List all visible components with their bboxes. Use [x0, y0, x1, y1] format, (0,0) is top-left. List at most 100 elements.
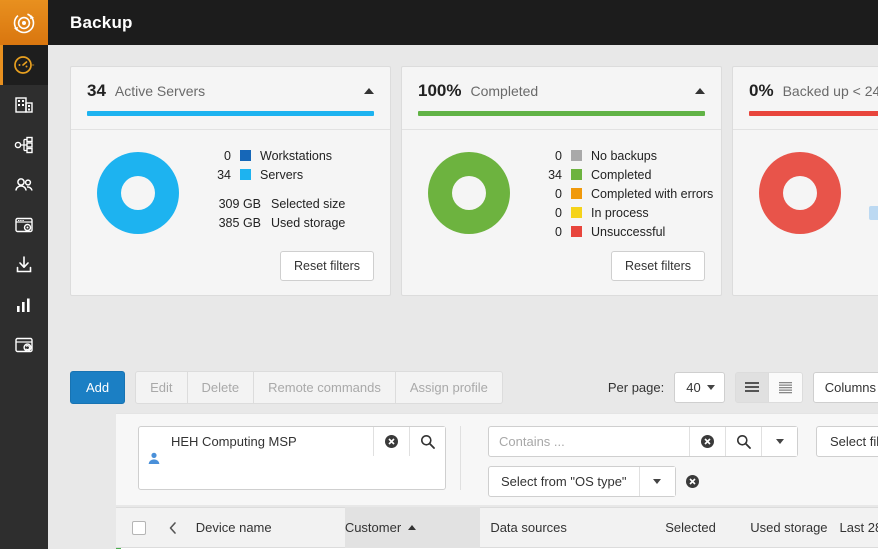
legend-item[interactable]: 0 In process — [538, 203, 713, 222]
legend-item[interactable]: 0 — [869, 146, 878, 165]
legend-swatch — [571, 150, 582, 161]
legend-label: Completed with errors — [591, 186, 714, 201]
clear-customer-button[interactable] — [373, 427, 409, 456]
building-icon — [15, 97, 33, 113]
legend: 0 Workstations 34 Servers 309 GB Selecte… — [207, 146, 374, 241]
customer-search-input[interactable] — [161, 427, 373, 456]
column-header-customer[interactable]: Customer — [344, 507, 481, 548]
card-value: 0% — [749, 81, 774, 100]
customer-filter — [138, 426, 475, 490]
legend-item[interactable]: 34 Servers — [207, 165, 374, 184]
clear-contains-button[interactable] — [689, 427, 725, 456]
card-label: Active Servers — [114, 83, 206, 99]
remote-commands-button[interactable]: Remote commands — [254, 371, 396, 404]
app-logo[interactable] — [0, 0, 48, 45]
column-header-selected[interactable]: Selected — [621, 520, 728, 535]
card-header: 100% Completed — [402, 67, 721, 129]
legend-count: 34 — [217, 167, 231, 182]
donut-chart — [428, 152, 510, 234]
legend-item[interactable]: 0 — [869, 184, 878, 203]
card-active-servers: 34 Active Servers 0 Workstations 34 Serv… — [70, 66, 391, 296]
reset-filters-button[interactable]: Reset filters — [280, 251, 374, 281]
search-icon — [737, 435, 751, 449]
os-type-value[interactable]: Select from "OS type" — [489, 467, 639, 496]
legend-count: 0 — [224, 148, 231, 163]
donut-chart — [759, 152, 841, 234]
reset-filters-button[interactable]: Reset filters — [611, 251, 705, 281]
per-page-value: 40 — [686, 380, 701, 395]
caret-up-icon[interactable] — [695, 88, 705, 94]
stat-value: 385 GB — [218, 216, 261, 230]
legend-count: 0 — [869, 187, 878, 201]
card-header: 0% Backed up < 24 — [733, 67, 878, 129]
select-all-checkbox[interactable] — [116, 520, 157, 535]
column-header-data-sources[interactable]: Data sources — [480, 520, 621, 535]
compact-view-button[interactable] — [768, 372, 803, 403]
delete-button[interactable]: Delete — [187, 371, 255, 404]
column-header-used-storage[interactable]: Used storage — [728, 520, 840, 535]
legend-count: 0 — [869, 168, 878, 182]
per-page-select[interactable]: 40 — [674, 372, 725, 403]
legend-item[interactable]: 34 Completed — [538, 165, 713, 184]
view-mode-toggle — [734, 372, 803, 403]
sidebar-item-users[interactable] — [0, 165, 48, 205]
card-progress-bar — [418, 111, 705, 116]
legend-count: 0 — [555, 224, 562, 239]
sidebar-item-backup[interactable] — [0, 325, 48, 365]
chevron-down-icon — [706, 385, 715, 390]
stat-label: Selected size — [271, 197, 346, 211]
card-backed-up-24h: 0% Backed up < 24 0 0 — [732, 66, 878, 296]
card-value: 100% — [418, 81, 462, 100]
main-content: 34 Active Servers 0 Workstations 34 Serv… — [48, 45, 878, 549]
column-header-last-28-days[interactable]: Last 28 days — [840, 520, 878, 535]
columns-button[interactable]: Columns — [812, 372, 878, 403]
assign-profile-button[interactable]: Assign profile — [395, 371, 503, 404]
caret-up-icon[interactable] — [364, 88, 374, 94]
clear-os-type-button[interactable] — [685, 474, 700, 489]
legend-item[interactable]: 0 No backups — [538, 146, 713, 165]
legend-item[interactable]: 0 Completed with errors — [538, 184, 713, 203]
collapse-columns-button[interactable] — [157, 521, 190, 535]
column-header-label: Customer — [344, 520, 402, 535]
legend-swatch — [240, 169, 251, 180]
users-icon — [15, 178, 33, 191]
attribute-filters: Select filter Select from "OS type" — [488, 426, 878, 497]
column-header-device-name[interactable]: Device name — [190, 520, 345, 535]
legend-count: 0 — [555, 186, 562, 201]
sidebar-item-dashboard[interactable] — [0, 45, 48, 85]
contains-input[interactable] — [489, 427, 689, 456]
legend-item[interactable]: 34 — [869, 203, 878, 222]
page-title: Backup — [70, 12, 133, 32]
chevron-down-icon — [653, 479, 662, 484]
sidebar-item-organization[interactable] — [0, 85, 48, 125]
stat-row: 309 GB Selected size — [207, 197, 374, 216]
add-button[interactable]: Add — [70, 371, 126, 404]
backup-console-window: Backup 34 Active Servers 0 Workstations … — [0, 0, 878, 549]
customer-search-button[interactable] — [409, 427, 445, 456]
action-toolbar: Add Edit Delete Remote commands Assign p… — [70, 371, 878, 404]
summary-cards: 34 Active Servers 0 Workstations 34 Serv… — [70, 66, 878, 296]
list-view-button[interactable] — [734, 372, 769, 403]
sidebar-item-devices[interactable] — [0, 125, 48, 165]
clear-circle-icon — [685, 475, 699, 488]
monitor-settings-icon — [15, 217, 33, 233]
contains-search-button[interactable] — [725, 427, 761, 456]
legend: 0 No backups 34 Completed 0 Completed wi… — [538, 146, 713, 241]
sidebar-item-downloads[interactable] — [0, 245, 48, 285]
sidebar-item-monitoring[interactable] — [0, 205, 48, 245]
legend-item[interactable]: 0 — [869, 165, 878, 184]
legend-item[interactable]: 0 Workstations — [207, 146, 374, 165]
legend-swatch — [571, 169, 582, 180]
legend-count: 0 — [555, 148, 562, 163]
card-progress-bar — [87, 111, 374, 116]
sidebar-item-reports[interactable] — [0, 285, 48, 325]
legend-count: 34 — [548, 167, 562, 182]
stat-row: 385 GB Used storage — [207, 216, 374, 235]
legend-item[interactable]: 0 Unsuccessful — [538, 222, 713, 241]
select-filter-button[interactable]: Select filter — [816, 426, 878, 457]
os-type-dropdown-button[interactable] — [638, 467, 675, 496]
contains-dropdown-button[interactable] — [761, 427, 797, 456]
window-sync-icon — [15, 337, 33, 353]
bar-chart-icon — [17, 298, 30, 312]
edit-button[interactable]: Edit — [135, 371, 188, 404]
